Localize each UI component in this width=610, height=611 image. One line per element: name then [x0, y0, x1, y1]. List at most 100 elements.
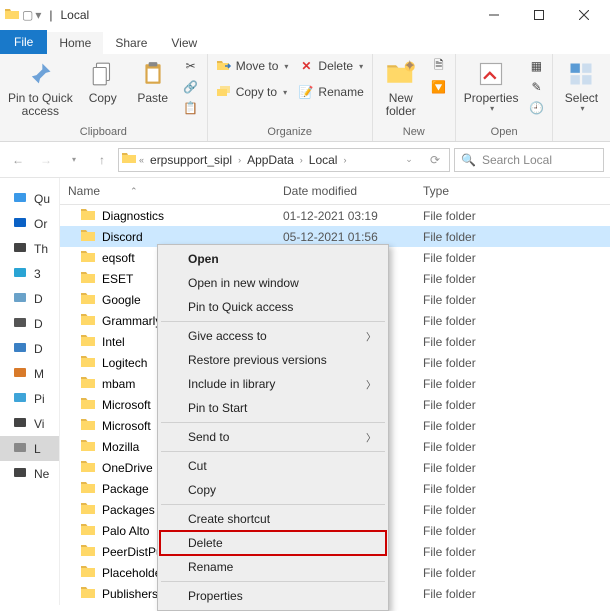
menu-include-library[interactable]: Include in library〉	[160, 372, 386, 396]
select-button[interactable]: Select▾	[557, 56, 605, 116]
up-button[interactable]: ↑	[90, 148, 114, 172]
folder-icon	[80, 207, 96, 224]
move-to-button[interactable]: Move to▾	[212, 56, 293, 76]
group-label: Organize	[212, 124, 368, 140]
edit-button[interactable]: ✎	[524, 77, 548, 97]
file-name: Discord	[102, 230, 143, 244]
menu-create-shortcut[interactable]: Create shortcut	[160, 507, 386, 531]
menu-restore-versions[interactable]: Restore previous versions	[160, 348, 386, 372]
quick-access-toolbar: ▢ ▾	[4, 6, 41, 25]
history-button[interactable]: 🕘	[524, 98, 548, 118]
new-folder-button[interactable]: ✦ New folder	[377, 56, 425, 120]
nav-item[interactable]: Or	[0, 211, 59, 236]
nav-icon	[12, 464, 28, 483]
menu-send-to[interactable]: Send to〉	[160, 425, 386, 449]
file-row[interactable]: Diagnostics01-12-2021 03:19File folder	[60, 205, 610, 226]
nav-label: Qu	[34, 192, 50, 206]
paste-icon	[137, 58, 169, 90]
menu-pin-quick-access[interactable]: Pin to Quick access	[160, 295, 386, 319]
nav-icon	[12, 364, 28, 383]
window-separator: |	[49, 8, 52, 22]
copy-to-icon	[216, 84, 232, 100]
cut-button[interactable]: ✂	[179, 56, 203, 76]
nav-icon	[12, 189, 28, 208]
tab-view[interactable]: View	[159, 32, 209, 54]
folder-icon	[80, 270, 96, 287]
close-button[interactable]	[561, 1, 606, 29]
address-dropdown[interactable]: ⌄	[397, 148, 421, 172]
nav-label: Pi	[34, 392, 45, 406]
menu-give-access-to[interactable]: Give access to〉	[160, 324, 386, 348]
paste-button[interactable]: Paste	[129, 56, 177, 107]
breadcrumb[interactable]: Local	[305, 153, 342, 167]
breadcrumb[interactable]: AppData	[243, 153, 298, 167]
copy-button[interactable]: Copy	[79, 56, 127, 107]
column-date[interactable]: Date modified	[275, 178, 415, 204]
forward-button[interactable]: →	[34, 148, 58, 172]
history-icon: 🕘	[528, 100, 544, 116]
search-box[interactable]: 🔍 Search Local	[454, 148, 604, 172]
nav-label: Or	[34, 217, 47, 231]
folder-icon	[80, 522, 96, 539]
menu-pin-start[interactable]: Pin to Start	[160, 396, 386, 420]
copy-to-button[interactable]: Copy to▾	[212, 82, 293, 102]
address-bar[interactable]: « erpsupport_sipl› AppData› Local› ⌄ ⟳	[118, 148, 450, 172]
nav-icon	[12, 389, 28, 408]
ribbon-group-clipboard: Pin to Quick access Copy Paste ✂ 🔗 📋 Cli…	[0, 54, 208, 141]
back-button[interactable]: ←	[6, 148, 30, 172]
maximize-button[interactable]	[516, 1, 561, 29]
breadcrumb[interactable]: erpsupport_sipl	[146, 153, 236, 167]
menu-rename[interactable]: Rename	[160, 555, 386, 579]
delete-icon: ✕	[298, 58, 314, 74]
menu-delete[interactable]: Delete	[160, 531, 386, 555]
menu-copy[interactable]: Copy	[160, 478, 386, 502]
refresh-button[interactable]: ⟳	[423, 148, 447, 172]
tab-file[interactable]: File	[0, 30, 47, 54]
file-type: File folder	[415, 585, 610, 603]
navigation-pane[interactable]: QuOrTh3DDDMPiViLNe	[0, 178, 60, 605]
nav-item[interactable]: Pi	[0, 386, 59, 411]
nav-item[interactable]: M	[0, 361, 59, 386]
qat-item[interactable]: ▢	[22, 8, 33, 22]
easy-access-button[interactable]: 🔽	[427, 77, 451, 97]
folder-icon	[80, 228, 96, 245]
nav-item[interactable]: Qu	[0, 186, 59, 211]
open-button[interactable]: ▦	[524, 56, 548, 76]
nav-item[interactable]: 3	[0, 261, 59, 286]
group-label	[557, 124, 605, 140]
folder-icon	[80, 480, 96, 497]
file-name: Mozilla	[102, 440, 139, 454]
chevron-right-icon: 〉	[366, 377, 376, 392]
nav-item[interactable]: D	[0, 311, 59, 336]
rename-button[interactable]: 📝Rename	[294, 82, 367, 102]
nav-item[interactable]: Vi	[0, 411, 59, 436]
nav-label: Vi	[34, 417, 44, 431]
tab-home[interactable]: Home	[47, 32, 103, 54]
nav-item[interactable]: Th	[0, 236, 59, 261]
tab-share[interactable]: Share	[103, 32, 159, 54]
nav-item[interactable]: D	[0, 336, 59, 361]
ribbon-group-select: Select▾	[553, 54, 609, 141]
nav-item[interactable]: D	[0, 286, 59, 311]
column-type[interactable]: Type	[415, 178, 610, 204]
nav-item[interactable]: L	[0, 436, 59, 461]
file-type: File folder	[415, 249, 610, 267]
paste-shortcut-button[interactable]: 📋	[179, 98, 203, 118]
qat-item[interactable]: ▾	[35, 8, 41, 22]
properties-button[interactable]: Properties▾	[460, 56, 523, 116]
file-type: File folder	[415, 207, 610, 225]
menu-open-new-window[interactable]: Open in new window	[160, 271, 386, 295]
copy-path-button[interactable]: 🔗	[179, 77, 203, 97]
menu-separator	[161, 581, 385, 582]
recent-button[interactable]: ▾	[62, 148, 86, 172]
column-name[interactable]: Name⌃	[60, 178, 275, 204]
delete-button[interactable]: ✕Delete▾	[294, 56, 367, 76]
menu-open[interactable]: Open	[160, 247, 386, 271]
new-item-button[interactable]: 🗎	[427, 56, 451, 76]
menu-properties[interactable]: Properties	[160, 584, 386, 608]
folder-icon	[80, 312, 96, 329]
minimize-button[interactable]	[471, 1, 516, 29]
menu-cut[interactable]: Cut	[160, 454, 386, 478]
pin-to-quick-access-button[interactable]: Pin to Quick access	[4, 56, 77, 120]
nav-item[interactable]: Ne	[0, 461, 59, 486]
